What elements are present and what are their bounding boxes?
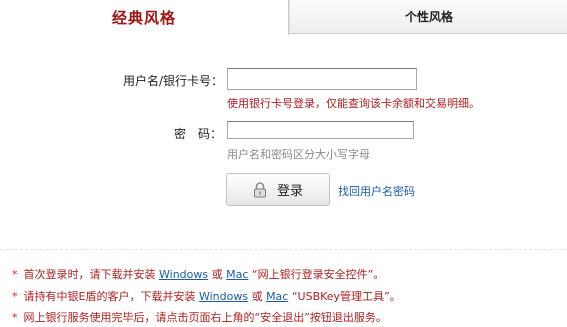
usbkey-windows-link[interactable]: Windows [199,290,248,303]
login-button-label: 登录 [276,184,303,199]
notice-conj: 或 [251,290,263,303]
tab-classic-style[interactable]: 经典风格 [0,0,289,35]
notice-text: “网上银行登录安全控件”。 [251,268,385,281]
username-input[interactable] [227,68,417,90]
notice-text: 首次登录时，请下载并安装 [23,268,156,281]
notice-star: * [12,290,18,303]
notice-text: 网上银行服务使用完毕后，请点击页面右上角的“安全退出”按钮退出服务。 [23,311,387,324]
password-input[interactable] [227,121,414,139]
notice-text: “USBKey管理工具”。 [291,290,401,303]
tab-personal-style[interactable]: 个性风格 [289,0,567,34]
download-mac-link[interactable]: Mac [226,268,248,281]
password-label: 密 码： [173,127,222,141]
download-windows-link[interactable]: Windows [159,268,208,281]
recover-credentials-link[interactable]: 找回用户名密码 [338,183,415,199]
notice-star: * [12,268,18,281]
style-tabbar: 经典风格 个性风格 [0,0,567,36]
notice-security-control: * 首次登录时，请下载并安装 Windows 或 Mac “网上银行登录安全控件”… [12,266,384,282]
password-hint: 用户名和密码区分大小写字母 [227,148,370,161]
username-hint: 使用银行卡号登录，仅能查询该卡余额和交易明细。 [227,97,480,110]
section-divider [0,249,567,250]
notice-safe-logout: * 网上银行服务使用完毕后，请点击页面右上角的“安全退出”按钮退出服务。 [12,309,387,325]
notice-star: * [12,311,18,324]
notice-conj: 或 [211,268,223,281]
notice-usbkey-tool: * 请持有中银E盾的客户，下载并安装 Windows 或 Mac “USBKey管… [12,288,401,304]
notice-text: 请持有中银E盾的客户，下载并安装 [23,290,196,303]
login-button[interactable]: 登录 [226,173,330,206]
usbkey-mac-link[interactable]: Mac [266,290,288,303]
lock-icon [253,181,267,198]
username-label: 用户名/银行卡号： [122,74,223,88]
